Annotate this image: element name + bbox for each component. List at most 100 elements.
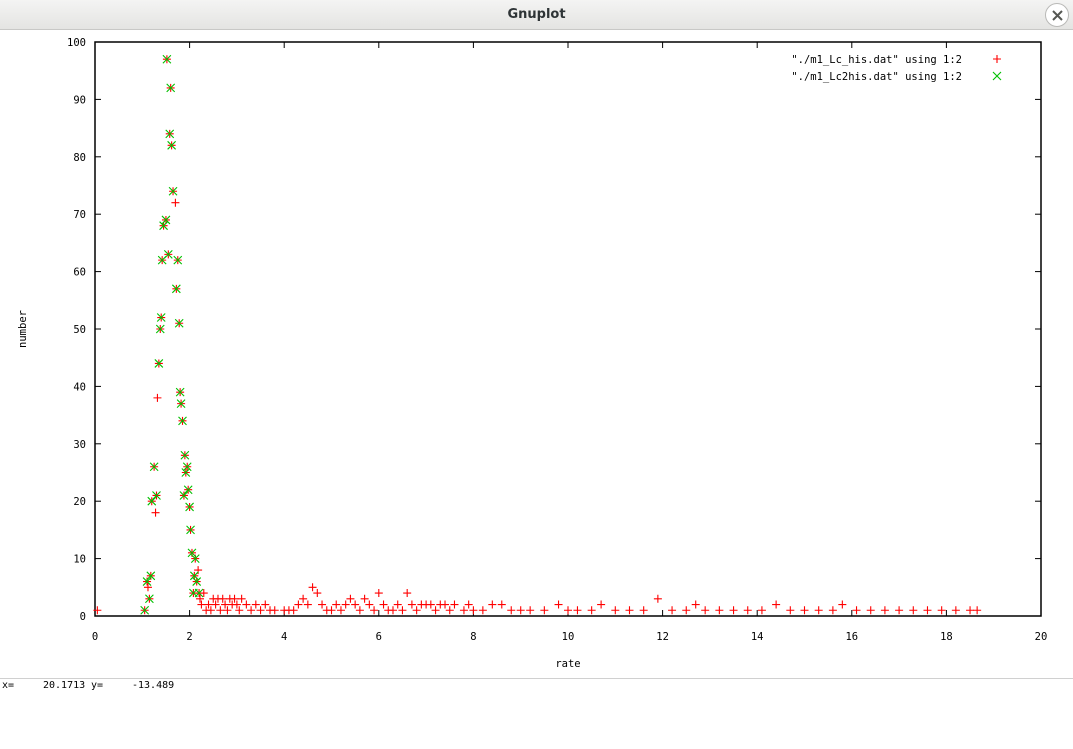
data-point	[507, 606, 516, 615]
scatter-chart: 0 2 4 6 8 10 12 14 16 18 20 0 10 20 30 40 50 60 70 80 90 100 r…	[17, 37, 1048, 670]
data-point	[639, 606, 648, 615]
y-tick-label: 30	[73, 439, 86, 451]
data-point	[445, 606, 454, 615]
data-point	[341, 600, 350, 609]
legend-label: "./m1_Lc2his.dat" using 1:2	[791, 71, 962, 83]
legend-label: "./m1_Lc_his.dat" using 1:2	[791, 54, 962, 66]
x-tick-label: 16	[845, 631, 858, 643]
data-point	[966, 606, 975, 615]
data-point	[743, 606, 752, 615]
data-point	[814, 606, 823, 615]
data-point	[171, 198, 180, 207]
plot-frame	[94, 41, 1042, 617]
data-point	[909, 606, 918, 615]
data-point	[431, 606, 440, 615]
data-point	[237, 594, 246, 603]
data-point	[597, 600, 606, 609]
data-point	[303, 600, 312, 609]
data-point	[388, 606, 397, 615]
x-axis-label: rate	[555, 658, 580, 670]
x-tick-label: 6	[376, 631, 382, 643]
data-point	[866, 606, 875, 615]
legend-marker	[992, 71, 1002, 81]
data-point	[611, 606, 620, 615]
data-point	[459, 606, 468, 615]
data-point	[786, 606, 795, 615]
cursor-y-value: -13.489	[132, 680, 175, 691]
data-point	[653, 594, 662, 603]
y-tick-label: 20	[73, 496, 86, 508]
y-tick-label: 40	[73, 381, 86, 393]
data-point	[540, 606, 549, 615]
data-point	[351, 600, 360, 609]
data-point	[197, 600, 206, 609]
x-tick-label: 4	[281, 631, 287, 643]
data-point	[360, 594, 369, 603]
window-title: Gnuplot	[507, 7, 566, 22]
data-point	[573, 606, 582, 615]
window-titlebar: Gnuplot	[0, 0, 1073, 30]
y-tick-label: 80	[73, 152, 86, 164]
data-point	[880, 606, 889, 615]
close-button[interactable]	[1045, 3, 1069, 27]
cursor-x-label: x=	[2, 680, 15, 691]
data-point	[242, 600, 251, 609]
data-point	[403, 589, 412, 598]
cursor-y-label: y=	[91, 680, 104, 691]
x-tick-label: 14	[751, 631, 764, 643]
data-point	[488, 600, 497, 609]
data-point	[441, 600, 450, 609]
data-point	[757, 606, 766, 615]
data-point	[554, 600, 563, 609]
data-point	[564, 606, 572, 615]
data-point	[497, 600, 506, 609]
data-point	[923, 606, 932, 615]
data-point	[199, 589, 208, 598]
data-point	[327, 606, 336, 615]
data-point	[194, 566, 203, 575]
x-tick-label: 10	[562, 631, 575, 643]
data-point	[143, 583, 152, 592]
data-point	[407, 600, 416, 609]
data-point	[270, 606, 279, 615]
y-tick-label: 100	[67, 37, 86, 49]
data-point	[261, 600, 270, 609]
data-point	[355, 606, 364, 615]
y-tick-label: 0	[80, 611, 86, 623]
y-tick-label: 90	[73, 94, 86, 106]
data-point	[289, 606, 298, 615]
data-point	[729, 606, 738, 615]
y-tick-label: 60	[73, 267, 86, 279]
data-point	[772, 600, 781, 609]
data-point	[294, 600, 303, 609]
data-point	[365, 600, 374, 609]
data-point	[668, 606, 677, 615]
data-point	[374, 589, 383, 598]
cursor-x-value: 20.1713	[43, 680, 86, 691]
data-point	[426, 600, 435, 609]
data-point	[828, 606, 837, 615]
data-point	[393, 600, 402, 609]
close-icon	[1052, 10, 1063, 21]
data-point	[852, 606, 861, 615]
data-point	[464, 600, 473, 609]
data-point	[682, 606, 691, 615]
x-tick-label: 20	[1035, 631, 1048, 643]
x-tick-label: 0	[92, 631, 98, 643]
data-point	[951, 606, 960, 615]
data-point	[412, 606, 421, 615]
data-point	[478, 606, 487, 615]
data-point	[398, 606, 407, 615]
data-point	[247, 606, 256, 615]
data-point	[256, 606, 265, 615]
x-tick-label: 18	[940, 631, 953, 643]
y-tick-label: 10	[73, 554, 86, 566]
data-point	[450, 600, 459, 609]
data-point	[151, 508, 160, 517]
data-point	[973, 606, 982, 615]
y-tick-label: 70	[73, 209, 86, 221]
data-point	[196, 594, 205, 603]
data-point	[895, 606, 904, 615]
x-tick-label: 8	[470, 631, 476, 643]
plot-area: 0 2 4 6 8 10 12 14 16 18 20 0 10 20 30 40 50 60 70 80 90 100 r…	[0, 30, 1073, 678]
